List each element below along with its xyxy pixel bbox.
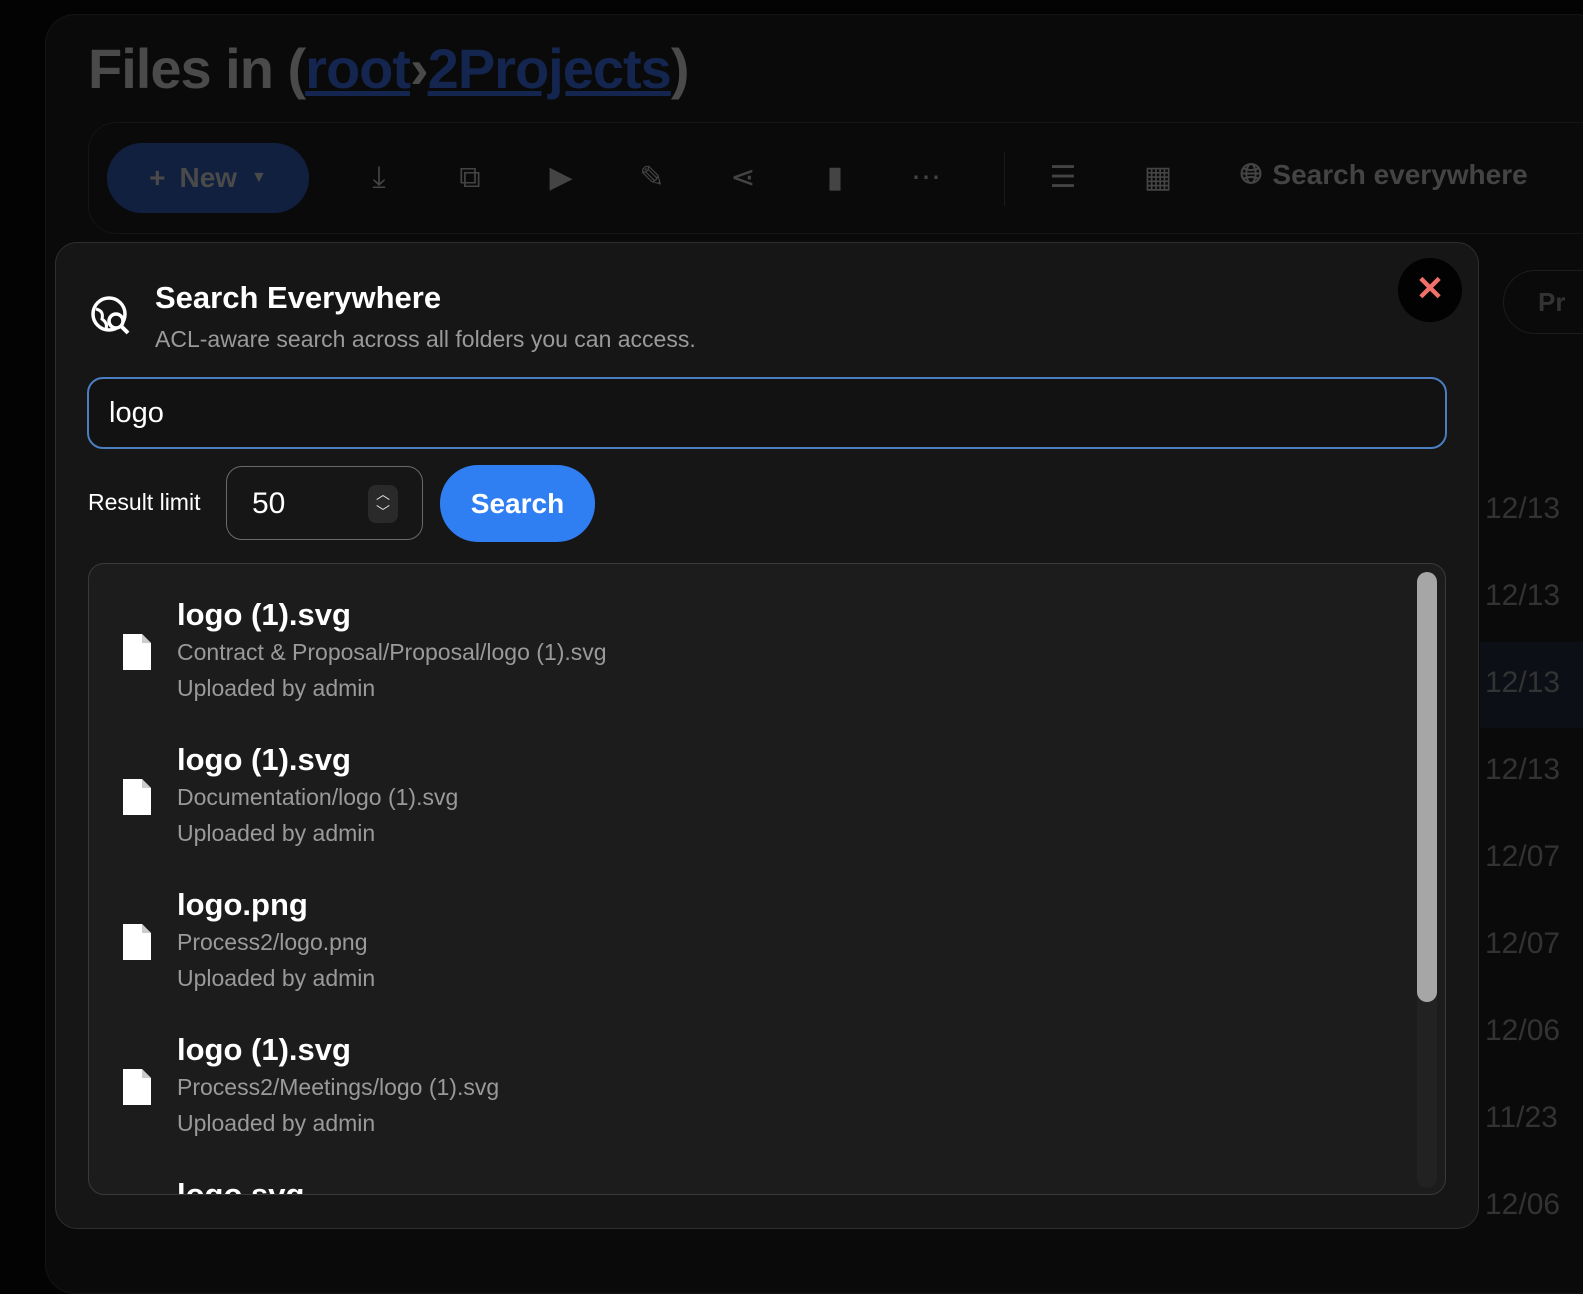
result-path: Process2/logo.png bbox=[177, 929, 368, 955]
plus-icon: + bbox=[149, 162, 166, 193]
new-button[interactable]: + New ▼ bbox=[107, 143, 309, 213]
result-limit-input[interactable]: 50 ︿ ﹀ bbox=[226, 466, 423, 540]
row-date: 12/06 bbox=[1485, 1014, 1561, 1047]
result-item[interactable]: logo (1).svg Documentation/logo (1).svg Up… bbox=[89, 709, 1445, 854]
result-uploader: Uploaded by admin bbox=[177, 675, 376, 701]
download-icon[interactable]: ⤓ bbox=[361, 160, 397, 196]
search-button[interactable]: Search bbox=[440, 465, 595, 542]
row-date: 12/13 bbox=[1485, 579, 1561, 612]
globe-search-icon bbox=[91, 296, 130, 335]
breadcrumb-root[interactable]: root bbox=[305, 37, 411, 100]
dialog-title: Search Everywhere bbox=[155, 280, 442, 315]
stepper-icon[interactable]: ︿ ﹀ bbox=[368, 485, 398, 523]
result-name: logo (1).svg bbox=[177, 1032, 351, 1067]
result-name: logo.png bbox=[177, 887, 308, 922]
result-item[interactable]: logo.png Process2/logo.png Uploaded by adm… bbox=[89, 854, 1445, 999]
scrollbar-thumb[interactable] bbox=[1417, 572, 1437, 1002]
results-list: logo (1).svg Contract & Proposal/Proposal… bbox=[88, 563, 1446, 1195]
file-icon bbox=[123, 779, 151, 815]
more-icon[interactable]: ⋯ bbox=[908, 160, 944, 196]
file-icon bbox=[123, 634, 151, 670]
result-path: Contract & Proposal/Proposal/logo (1).sv… bbox=[177, 639, 607, 665]
file-icon bbox=[123, 924, 151, 960]
row-date: 11/23 bbox=[1485, 1101, 1558, 1134]
result-uploader: Uploaded by admin bbox=[177, 1110, 376, 1136]
result-name: logo.svg bbox=[177, 1177, 305, 1195]
globe-search-icon: 🌐︎ bbox=[1240, 158, 1263, 189]
close-button[interactable]: ✕ bbox=[1398, 258, 1462, 322]
delete-icon[interactable]: ▮ bbox=[817, 160, 853, 196]
toolbar-divider bbox=[1004, 152, 1005, 206]
result-item[interactable]: logo (1).svg Contract & Proposal/Proposal… bbox=[89, 564, 1445, 709]
row-date: 12/07 bbox=[1485, 840, 1561, 873]
move-icon[interactable]: ▶ bbox=[543, 160, 579, 196]
copy-icon[interactable]: ⧉ bbox=[452, 160, 488, 196]
result-name: logo (1).svg bbox=[177, 742, 351, 777]
close-icon: ✕ bbox=[1415, 270, 1445, 308]
row-date: 12/13 bbox=[1485, 753, 1561, 786]
background-pill[interactable]: Pr bbox=[1503, 270, 1583, 334]
result-path: Process2/Meetings/logo (1).svg bbox=[177, 1074, 500, 1100]
row-date: 12/06 bbox=[1485, 1188, 1561, 1221]
search-input[interactable] bbox=[87, 377, 1447, 449]
result-uploader: Uploaded by admin bbox=[177, 820, 376, 846]
search-everywhere-button[interactable]: 🌐︎ Search everywhere bbox=[1240, 158, 1528, 191]
result-path: Documentation/logo (1).svg bbox=[177, 784, 459, 810]
result-limit-label: Result limit bbox=[88, 489, 201, 515]
result-item[interactable]: logo.svg bbox=[89, 1144, 1445, 1195]
result-uploader: Uploaded by admin bbox=[177, 965, 376, 991]
dialog-subtitle: ACL-aware search across all folders you … bbox=[155, 326, 696, 352]
chevron-down-icon: ▼ bbox=[251, 169, 267, 186]
result-name: logo (1).svg bbox=[177, 597, 351, 632]
result-item[interactable]: logo (1).svg Process2/Meetings/logo (1).s… bbox=[89, 999, 1445, 1144]
file-icon bbox=[123, 1069, 151, 1105]
scrollbar[interactable] bbox=[1417, 572, 1437, 1188]
rename-icon[interactable]: ✎ bbox=[634, 160, 670, 196]
row-date: 12/13 bbox=[1485, 666, 1561, 699]
share-icon[interactable]: ⋖ bbox=[725, 160, 761, 196]
filter-icon[interactable]: ☰ bbox=[1045, 160, 1081, 196]
page-title: Files in (root›2Projects) bbox=[88, 37, 689, 100]
row-date: 12/07 bbox=[1485, 927, 1561, 960]
row-date: 12/13 bbox=[1485, 492, 1561, 525]
breadcrumb-2projects[interactable]: 2Projects bbox=[428, 37, 672, 100]
grid-icon[interactable]: ▦ bbox=[1140, 160, 1176, 196]
